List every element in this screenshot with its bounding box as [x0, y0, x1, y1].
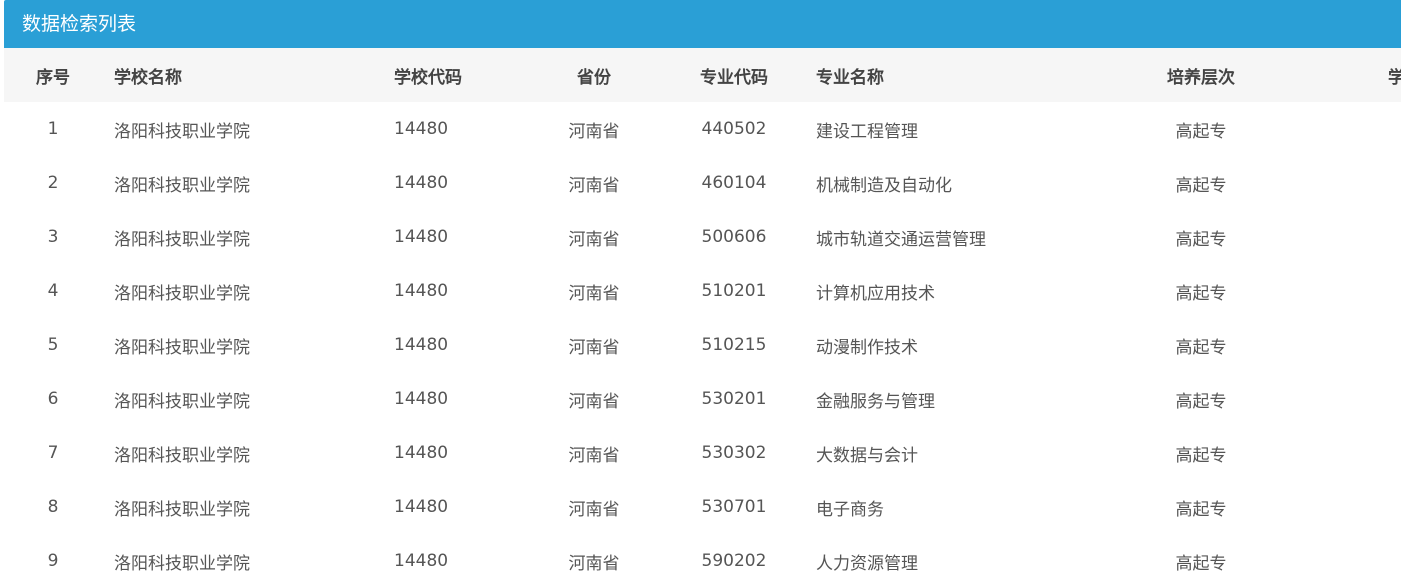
cell-index: 9 — [47, 551, 59, 571]
table-row[interactable]: 1 洛阳科技职业学院 14480 河南省 440502 建设工程管理 高起专 业余 — [4, 102, 1401, 156]
cell-major-code: 460104 — [701, 173, 767, 193]
cell-school-code: 14480 — [394, 497, 449, 517]
cell-school-name: 洛阳科技职业学院 — [114, 445, 250, 466]
cell-index: 3 — [47, 227, 59, 247]
cell-major-code: 530201 — [701, 389, 767, 409]
cell-study-form: 业余 — [1276, 102, 1401, 156]
cell-study-form: 业余 — [1276, 156, 1401, 210]
cell-province: 河南省 — [568, 553, 620, 574]
cell-study-form: 业余 — [1276, 534, 1401, 588]
cell-province: 河南省 — [568, 391, 620, 412]
cell-school-name: 洛阳科技职业学院 — [114, 283, 250, 304]
column-header-major-code: 专业代码 — [700, 67, 768, 88]
cell-major-name: 建设工程管理 — [816, 121, 918, 142]
cell-major-code: 530701 — [701, 497, 767, 517]
table-row[interactable]: 5 洛阳科技职业学院 14480 河南省 510215 动漫制作技术 高起专 业余 — [4, 318, 1401, 372]
column-header-province: 省份 — [577, 67, 611, 88]
table-row[interactable]: 8 洛阳科技职业学院 14480 河南省 530701 电子商务 高起专 业余 — [4, 480, 1401, 534]
cell-index: 8 — [47, 497, 59, 517]
cell-school-name: 洛阳科技职业学院 — [114, 229, 250, 250]
cell-level: 高起专 — [1175, 175, 1227, 196]
cell-major-code: 510201 — [701, 281, 767, 301]
cell-major-name: 机械制造及自动化 — [816, 175, 952, 196]
table-row[interactable]: 9 洛阳科技职业学院 14480 河南省 590202 人力资源管理 高起专 业余 — [4, 534, 1401, 588]
cell-school-name: 洛阳科技职业学院 — [114, 499, 250, 520]
cell-level: 高起专 — [1175, 283, 1227, 304]
cell-level: 高起专 — [1175, 445, 1227, 466]
cell-major-name: 计算机应用技术 — [816, 283, 935, 304]
cell-school-code: 14480 — [394, 281, 449, 301]
cell-province: 河南省 — [568, 337, 620, 358]
cell-index: 7 — [47, 443, 59, 463]
cell-index: 1 — [47, 119, 59, 139]
table-body: 1洛阳科技职业学院14480河南省440502建设工程管理高起专业余2洛阳科技职… — [4, 102, 1401, 588]
column-header-level: 培养层次 — [1167, 67, 1235, 88]
cell-level: 高起专 — [1175, 499, 1227, 520]
cell-index: 2 — [47, 173, 59, 193]
cell-index: 4 — [47, 281, 59, 301]
cell-school-code: 14480 — [394, 335, 449, 355]
table-row[interactable]: 6 洛阳科技职业学院 14480 河南省 530201 金融服务与管理 高起专 业余 — [4, 372, 1401, 426]
cell-study-form: 业余 — [1276, 210, 1401, 264]
cell-school-code: 14480 — [394, 119, 449, 139]
panel-title: 数据检索列表 — [4, 0, 1401, 48]
cell-major-name: 动漫制作技术 — [816, 337, 918, 358]
cell-province: 河南省 — [568, 229, 620, 250]
cell-level: 高起专 — [1175, 391, 1227, 412]
cell-school-name: 洛阳科技职业学院 — [114, 175, 250, 196]
column-header-major-name: 专业名称 — [816, 67, 884, 88]
cell-province: 河南省 — [568, 445, 620, 466]
cell-major-name: 金融服务与管理 — [816, 391, 935, 412]
cell-study-form: 业余 — [1276, 264, 1401, 318]
cell-major-name: 大数据与会计 — [816, 445, 918, 466]
table-row[interactable]: 4 洛阳科技职业学院 14480 河南省 510201 计算机应用技术 高起专 业余 — [4, 264, 1401, 318]
cell-level: 高起专 — [1175, 121, 1227, 142]
table-header-row: 序号 学校名称 学校代码 省份 专业代码 专业名称 培养层次 学习形式 — [4, 48, 1401, 102]
cell-school-code: 14480 — [394, 443, 449, 463]
cell-major-name: 城市轨道交通运营管理 — [816, 229, 986, 250]
cell-major-code: 590202 — [701, 551, 767, 571]
cell-school-code: 14480 — [394, 173, 449, 193]
cell-study-form: 业余 — [1276, 426, 1401, 480]
cell-major-name: 人力资源管理 — [816, 553, 918, 574]
data-search-panel: 数据检索列表 序号 学校名称 学校代码 省份 专业代码 专业名称 培养层次 学习… — [0, 0, 1401, 582]
cell-major-code: 440502 — [701, 119, 767, 139]
table-row[interactable]: 2 洛阳科技职业学院 14480 河南省 460104 机械制造及自动化 高起专 业余 — [4, 156, 1401, 210]
column-header-school-name: 学校名称 — [114, 67, 182, 88]
cell-school-code: 14480 — [394, 227, 449, 247]
cell-index: 5 — [47, 335, 59, 355]
cell-study-form: 业余 — [1276, 318, 1401, 372]
cell-school-name: 洛阳科技职业学院 — [114, 391, 250, 412]
cell-level: 高起专 — [1175, 337, 1227, 358]
cell-level: 高起专 — [1175, 553, 1227, 574]
column-header-index: 序号 — [36, 67, 70, 88]
cell-index: 6 — [47, 389, 59, 409]
cell-province: 河南省 — [568, 499, 620, 520]
cell-major-code: 500606 — [701, 227, 767, 247]
cell-study-form: 业余 — [1276, 372, 1401, 426]
cell-province: 河南省 — [568, 175, 620, 196]
cell-major-code: 530302 — [701, 443, 767, 463]
cell-school-name: 洛阳科技职业学院 — [114, 553, 250, 574]
cell-school-name: 洛阳科技职业学院 — [114, 121, 250, 142]
table-header: 序号 学校名称 学校代码 省份 专业代码 专业名称 培养层次 学习形式 — [4, 48, 1401, 102]
cell-study-form: 业余 — [1276, 480, 1401, 534]
results-table: 序号 学校名称 学校代码 省份 专业代码 专业名称 培养层次 学习形式 1 洛阳科… — [4, 48, 1401, 588]
table-row[interactable]: 3 洛阳科技职业学院 14480 河南省 500606 城市轨道交通运营管理 高起专 业余 — [4, 210, 1401, 264]
cell-major-name: 电子商务 — [816, 499, 884, 520]
cell-province: 河南省 — [568, 121, 620, 142]
column-header-study-form: 学习形式 — [1388, 67, 1401, 88]
cell-level: 高起专 — [1175, 229, 1227, 250]
cell-school-code: 14480 — [394, 389, 449, 409]
cell-school-code: 14480 — [394, 551, 449, 571]
column-header-school-code: 学校代码 — [394, 67, 462, 88]
table-row[interactable]: 7 洛阳科技职业学院 14480 河南省 530302 大数据与会计 高起专 业余 — [4, 426, 1401, 480]
cell-major-code: 510215 — [701, 335, 767, 355]
cell-school-name: 洛阳科技职业学院 — [114, 337, 250, 358]
cell-province: 河南省 — [568, 283, 620, 304]
